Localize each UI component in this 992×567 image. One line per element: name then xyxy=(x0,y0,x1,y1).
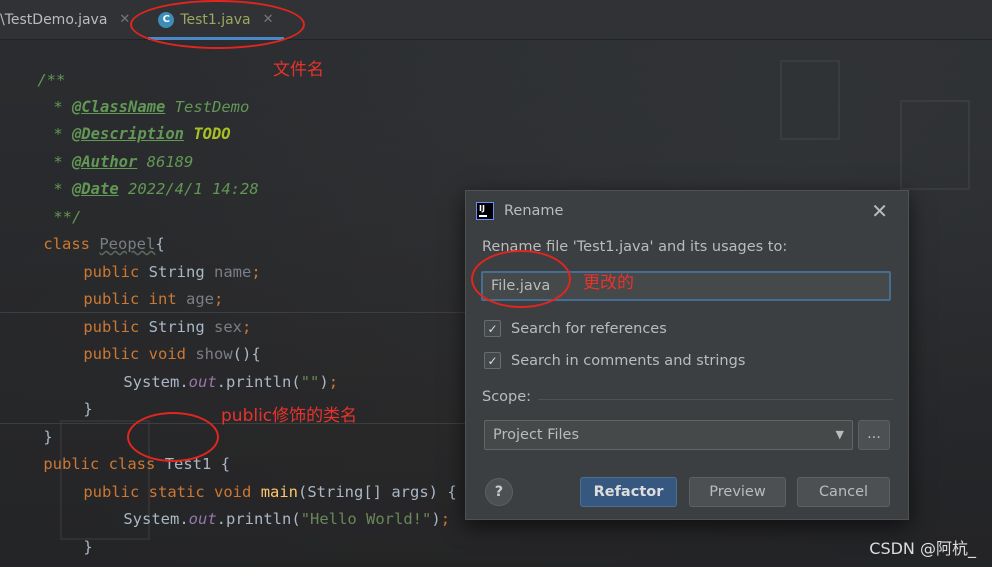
annotation-changed: 更改的 xyxy=(583,273,634,293)
scope-label: Scope: xyxy=(482,389,532,405)
cancel-label: Cancel xyxy=(818,484,869,500)
checkbox-checked-icon[interactable]: ✓ xyxy=(484,352,501,369)
close-icon[interactable]: ✕ xyxy=(871,199,888,223)
code-line: * @Date 2022/4/1 14:28 xyxy=(53,180,259,198)
scope-browse-button[interactable]: ... xyxy=(858,420,890,450)
annotation-public-class: public修饰的类名 xyxy=(221,406,358,426)
code-line: } xyxy=(83,400,93,418)
search-comments-label: Search in comments and strings xyxy=(511,352,746,369)
code-line: System.out.println("Hello World!"); xyxy=(123,510,451,528)
code-line: public String name; xyxy=(83,263,261,281)
code-line: * @Description TODO xyxy=(53,125,231,143)
tab-testdemo-label: \TestDemo.java xyxy=(0,11,108,28)
code-line: } xyxy=(43,428,53,446)
preview-button[interactable]: Preview xyxy=(689,477,786,507)
chevron-down-icon: ▼ xyxy=(835,428,844,441)
dialog-title: Rename xyxy=(504,203,564,219)
help-button[interactable]: ? xyxy=(485,478,513,506)
refactor-label: Refactor xyxy=(593,484,664,500)
refactor-button[interactable]: Refactor xyxy=(580,477,677,507)
annotation-circle-tab xyxy=(130,0,305,49)
code-line: public String sex; xyxy=(83,318,252,336)
code-line: public int age; xyxy=(83,290,224,308)
annotation-filename: 文件名 xyxy=(273,60,324,80)
close-icon[interactable]: ✕ xyxy=(119,12,130,27)
search-references-option[interactable]: ✓ Search for references xyxy=(484,320,667,337)
code-line: /** xyxy=(37,71,66,89)
code-line: System.out.println(""); xyxy=(123,373,339,391)
annotation-circle-class xyxy=(127,412,219,462)
search-comments-option[interactable]: ✓ Search in comments and strings xyxy=(484,352,745,369)
checkbox-checked-icon[interactable]: ✓ xyxy=(484,320,501,337)
preview-label: Preview xyxy=(709,484,766,500)
code-line: * @ClassName TestDemo xyxy=(53,98,250,116)
cancel-button[interactable]: Cancel xyxy=(797,477,890,507)
code-line: public void show(){ xyxy=(83,345,261,363)
annotation-circle-input xyxy=(471,250,571,308)
tab-testdemo[interactable]: \TestDemo.java ✕ xyxy=(0,0,140,40)
code-line: } xyxy=(83,538,93,556)
code-line: } xyxy=(6,534,52,567)
code-line: **/ xyxy=(53,208,82,226)
search-references-label: Search for references xyxy=(511,320,667,337)
rename-dialog: IJ Rename ✕ Rename file 'Test1.java' and… xyxy=(465,190,909,520)
scope-value: Project Files xyxy=(493,427,580,443)
dialog-title-bar: IJ Rename xyxy=(476,201,563,221)
scope-select[interactable]: Project Files ▼ xyxy=(484,420,853,450)
code-line: * @Author 86189 xyxy=(53,153,194,171)
divider xyxy=(538,399,893,400)
method-separator xyxy=(0,312,470,313)
watermark: CSDN @阿杭_ xyxy=(869,539,976,558)
code-line: public static void main(String[] args) { xyxy=(83,483,457,501)
intellij-icon: IJ xyxy=(476,202,494,220)
code-line: class Peopel{ xyxy=(43,235,165,253)
